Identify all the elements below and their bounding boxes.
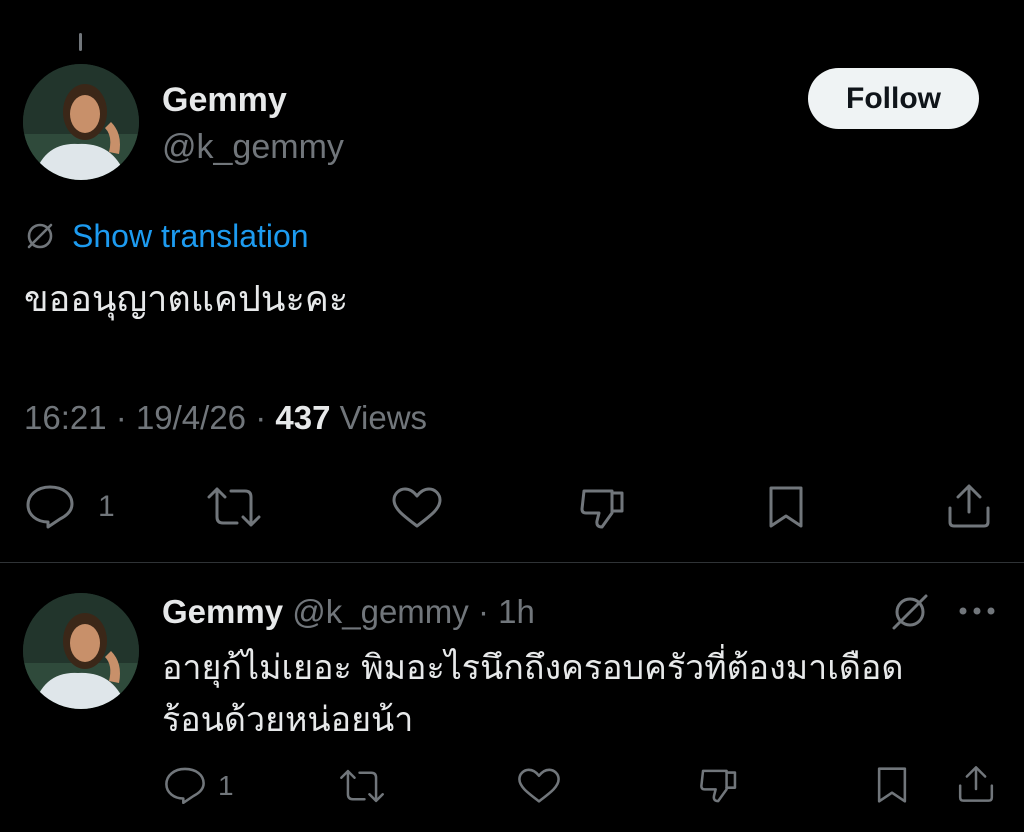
author-name[interactable]: Gemmy — [162, 80, 287, 120]
separator-dot: · — [115, 399, 136, 436]
separator-dot: · — [255, 399, 276, 436]
reply-count[interactable]: 1 — [98, 489, 115, 525]
bookmark-icon[interactable] — [874, 765, 910, 805]
avatar[interactable] — [23, 593, 139, 709]
dislike-icon[interactable] — [698, 767, 740, 805]
tweet-time[interactable]: 16:21 — [24, 399, 107, 436]
reply-text-line: อายุก้ไม่เยอะ พิมอะไรนึกถึงครอบครัวที่ต้… — [162, 649, 904, 687]
tweet-age[interactable]: 1h — [498, 593, 535, 630]
bookmark-icon[interactable] — [765, 484, 807, 530]
retweet-icon[interactable] — [338, 767, 386, 805]
views-label[interactable]: Views — [340, 399, 427, 436]
reply-count[interactable]: 1 — [218, 770, 234, 802]
reply-icon[interactable] — [24, 483, 76, 529]
tweet-date[interactable]: 19/4/26 — [136, 399, 246, 436]
share-icon[interactable] — [956, 764, 996, 804]
divider — [0, 562, 1024, 563]
views-count[interactable]: 437 — [275, 399, 330, 436]
author-name[interactable]: Gemmy — [162, 593, 283, 630]
reply-icon[interactable] — [163, 765, 207, 805]
translate-icon[interactable] — [24, 220, 56, 252]
author-handle[interactable]: @k_gemmy — [292, 593, 469, 630]
show-translation-link[interactable]: Show translation — [72, 216, 309, 256]
like-icon[interactable] — [390, 486, 444, 530]
follow-button[interactable]: Follow — [808, 68, 979, 129]
reply-text-line: ร้อนด้วยหน่อยน้า — [162, 701, 414, 739]
avatar[interactable] — [23, 64, 139, 180]
like-icon[interactable] — [516, 767, 562, 805]
thread-connector — [79, 33, 82, 51]
retweet-icon[interactable] — [205, 485, 263, 529]
tweet-meta: 16:21 · 19/4/26 · 437 Views — [24, 397, 427, 439]
translate-icon[interactable] — [888, 590, 932, 634]
more-icon[interactable] — [958, 606, 996, 616]
author-handle[interactable]: @k_gemmy — [162, 127, 344, 167]
follow-button-label: Follow — [846, 81, 941, 115]
reply-header: Gemmy @k_gemmy · 1h — [162, 591, 535, 633]
avatar-photo — [23, 64, 139, 180]
separator-dot: · — [468, 593, 499, 630]
dislike-icon[interactable] — [578, 487, 628, 531]
avatar-photo — [23, 593, 139, 709]
tweet-text: ขออนุญาตแคปนะคะ — [24, 278, 349, 319]
share-icon[interactable] — [945, 482, 993, 530]
